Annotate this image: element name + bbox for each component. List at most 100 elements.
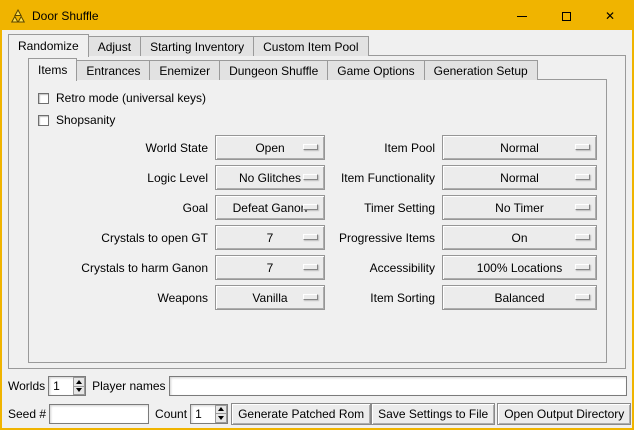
seed-label: Seed # xyxy=(8,407,46,421)
count-spin-down-button[interactable] xyxy=(215,414,227,423)
checkbox-box xyxy=(38,115,49,126)
crystals-open-gt-label: Crystals to open GT xyxy=(38,231,208,245)
shopsanity-label: Shopsanity xyxy=(56,113,115,127)
weapons-value: Vanilla xyxy=(252,291,287,305)
options-grid: World State Open Item Pool Normal Logic … xyxy=(38,135,597,310)
timer-setting-label: Timer Setting xyxy=(332,201,435,215)
item-sorting-dropdown[interactable]: Balanced xyxy=(442,285,597,310)
weapons-dropdown[interactable]: Vanilla xyxy=(215,285,325,310)
item-sorting-label: Item Sorting xyxy=(332,291,435,305)
subtab-generation-setup[interactable]: Generation Setup xyxy=(424,60,538,80)
dropdown-indicator xyxy=(575,174,590,180)
dropdown-indicator xyxy=(575,264,590,270)
weapons-label: Weapons xyxy=(38,291,208,305)
progressive-items-label: Progressive Items xyxy=(332,231,435,245)
timer-setting-dropdown[interactable]: No Timer xyxy=(442,195,597,220)
item-functionality-value: Normal xyxy=(500,171,539,185)
crystals-harm-ganon-value: 7 xyxy=(267,261,274,275)
timer-setting-value: No Timer xyxy=(495,201,544,215)
dropdown-indicator xyxy=(303,264,318,270)
world-state-label: World State xyxy=(38,141,208,155)
close-icon: ✕ xyxy=(605,10,615,22)
item-functionality-dropdown[interactable]: Normal xyxy=(442,165,597,190)
retro-mode-label: Retro mode (universal keys) xyxy=(56,91,206,105)
seed-input[interactable] xyxy=(49,404,149,424)
shopsanity-checkbox[interactable]: Shopsanity xyxy=(38,109,597,131)
spin-up-icon xyxy=(76,380,82,384)
randomize-panel: Items Entrances Enemizer Dungeon Shuffle… xyxy=(8,55,626,369)
tab-randomize[interactable]: Randomize xyxy=(8,34,89,57)
close-button[interactable]: ✕ xyxy=(588,2,632,30)
item-pool-label: Item Pool xyxy=(332,141,435,155)
dropdown-indicator xyxy=(303,174,318,180)
minimize-button[interactable] xyxy=(500,2,544,30)
window-title: Door Shuffle xyxy=(32,9,99,23)
save-settings-button[interactable]: Save Settings to File xyxy=(371,403,495,425)
crystals-harm-ganon-label: Crystals to harm Ganon xyxy=(38,261,208,275)
tab-custom-item-pool[interactable]: Custom Item Pool xyxy=(253,36,368,56)
dropdown-indicator xyxy=(575,204,590,210)
minimize-icon xyxy=(517,16,527,17)
accessibility-value: 100% Locations xyxy=(477,261,562,275)
item-sorting-value: Balanced xyxy=(494,291,544,305)
tab-starting-inventory[interactable]: Starting Inventory xyxy=(140,36,254,56)
spin-up-icon xyxy=(218,407,224,411)
dropdown-indicator xyxy=(303,294,318,300)
spin-buttons xyxy=(73,377,85,395)
titlebar: Door Shuffle ✕ xyxy=(2,2,632,30)
seed-row: Seed # Count Generate Patched Rom Save S… xyxy=(8,402,627,425)
generate-patched-rom-button[interactable]: Generate Patched Rom xyxy=(231,403,371,425)
worlds-spinbox xyxy=(48,376,86,396)
goal-value: Defeat Ganon xyxy=(233,201,308,215)
window-controls: ✕ xyxy=(500,2,632,30)
player-names-label: Player names xyxy=(92,379,165,393)
item-pool-value: Normal xyxy=(500,141,539,155)
item-functionality-label: Item Functionality xyxy=(332,171,435,185)
maximize-button[interactable] xyxy=(544,2,588,30)
spin-down-icon xyxy=(76,388,82,392)
worlds-row: Worlds Player names xyxy=(8,375,627,397)
logic-level-label: Logic Level xyxy=(38,171,208,185)
maximize-icon xyxy=(562,12,571,21)
accessibility-dropdown[interactable]: 100% Locations xyxy=(442,255,597,280)
dropdown-indicator xyxy=(575,144,590,150)
open-output-directory-button[interactable]: Open Output Directory xyxy=(497,403,631,425)
spin-down-icon xyxy=(218,416,224,420)
subtab-enemizer[interactable]: Enemizer xyxy=(149,60,220,80)
accessibility-label: Accessibility xyxy=(332,261,435,275)
crystals-harm-ganon-dropdown[interactable]: 7 xyxy=(215,255,325,280)
world-state-value: Open xyxy=(255,141,284,155)
crystals-open-gt-dropdown[interactable]: 7 xyxy=(215,225,325,250)
worlds-spin-up-button[interactable] xyxy=(73,377,85,387)
subtab-entrances[interactable]: Entrances xyxy=(76,60,150,80)
count-spinbox xyxy=(190,404,228,424)
dropdown-indicator xyxy=(575,294,590,300)
goal-dropdown[interactable]: Defeat Ganon xyxy=(215,195,325,220)
dropdown-indicator xyxy=(303,144,318,150)
count-spin-up-button[interactable] xyxy=(215,405,227,415)
worlds-spin-down-button[interactable] xyxy=(73,387,85,396)
goal-label: Goal xyxy=(38,201,208,215)
tab-adjust[interactable]: Adjust xyxy=(88,36,141,56)
dropdown-indicator xyxy=(303,234,318,240)
client-area: Randomize Adjust Starting Inventory Cust… xyxy=(2,30,632,428)
count-label: Count xyxy=(155,407,187,421)
app-icon xyxy=(10,8,26,24)
checkbox-box xyxy=(38,93,49,104)
world-state-dropdown[interactable]: Open xyxy=(215,135,325,160)
sub-tab-bar: Items Entrances Enemizer Dungeon Shuffle… xyxy=(28,58,537,80)
item-pool-dropdown[interactable]: Normal xyxy=(442,135,597,160)
logic-level-dropdown[interactable]: No Glitches xyxy=(215,165,325,190)
door-shuffle-window: Door Shuffle ✕ Randomize Adjust Starting… xyxy=(0,0,634,430)
items-panel: Retro mode (universal keys) Shopsanity W… xyxy=(28,79,607,363)
subtab-items[interactable]: Items xyxy=(28,58,77,81)
player-names-input[interactable] xyxy=(169,376,628,396)
subtab-dungeon-shuffle[interactable]: Dungeon Shuffle xyxy=(219,60,328,80)
logic-level-value: No Glitches xyxy=(239,171,301,185)
progressive-items-dropdown[interactable]: On xyxy=(442,225,597,250)
main-tab-bar: Randomize Adjust Starting Inventory Cust… xyxy=(8,34,368,56)
spin-buttons xyxy=(215,405,227,423)
dropdown-indicator xyxy=(575,234,590,240)
retro-mode-checkbox[interactable]: Retro mode (universal keys) xyxy=(38,87,597,109)
subtab-game-options[interactable]: Game Options xyxy=(327,60,424,80)
